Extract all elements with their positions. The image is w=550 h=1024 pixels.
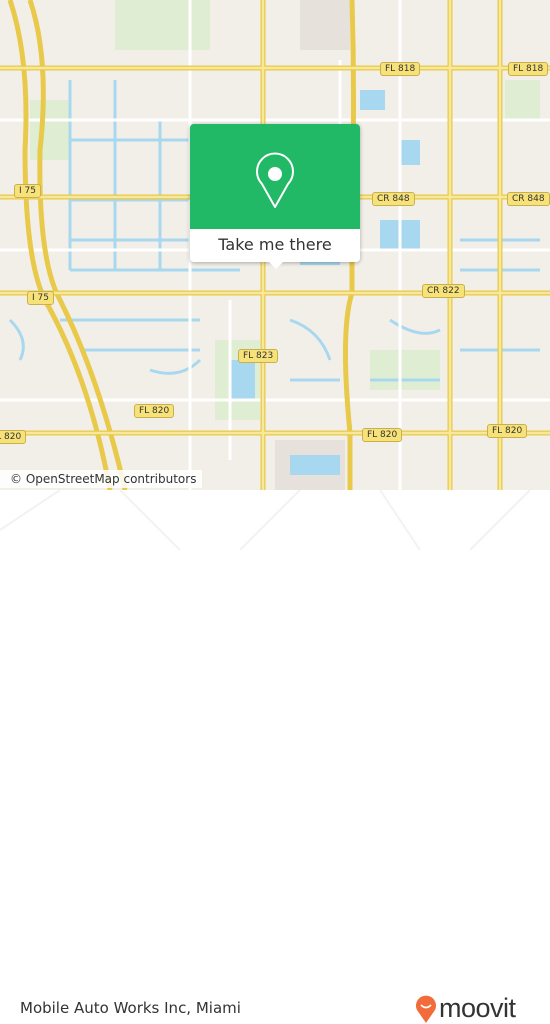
road-label: CR 848 [372, 192, 415, 206]
footer: Mobile Auto Works Inc, Miami moovit [0, 490, 550, 1023]
popup-header [190, 124, 360, 229]
take-me-there-button[interactable]: Take me there [190, 229, 360, 262]
place-name: Mobile Auto Works Inc, Miami [20, 999, 241, 1017]
popup-pointer [268, 261, 284, 269]
moovit-logo[interactable]: moovit [415, 993, 516, 1024]
moovit-pin-icon [416, 995, 436, 1023]
brand-name: moovit [439, 993, 516, 1023]
road-label: I 75 [27, 291, 54, 305]
road-label: FL 818 [508, 62, 549, 76]
footer-pattern [0, 490, 531, 550]
road-label: FL 820 [0, 430, 27, 444]
road-label: CR 822 [422, 284, 465, 298]
road-label: FL 823 [238, 349, 279, 363]
road-label: FL 820 [134, 404, 175, 418]
location-popup: Take me there [190, 124, 360, 269]
map-pin-icon [256, 152, 294, 208]
road-label: FL 820 [362, 428, 403, 442]
road-label: CR 848 [507, 192, 550, 206]
road-label: FL 820 [487, 424, 528, 438]
road-label: I 75 [14, 184, 41, 198]
road-label: FL 818 [380, 62, 421, 76]
map-attribution[interactable]: © OpenStreetMap contributors [0, 470, 203, 488]
